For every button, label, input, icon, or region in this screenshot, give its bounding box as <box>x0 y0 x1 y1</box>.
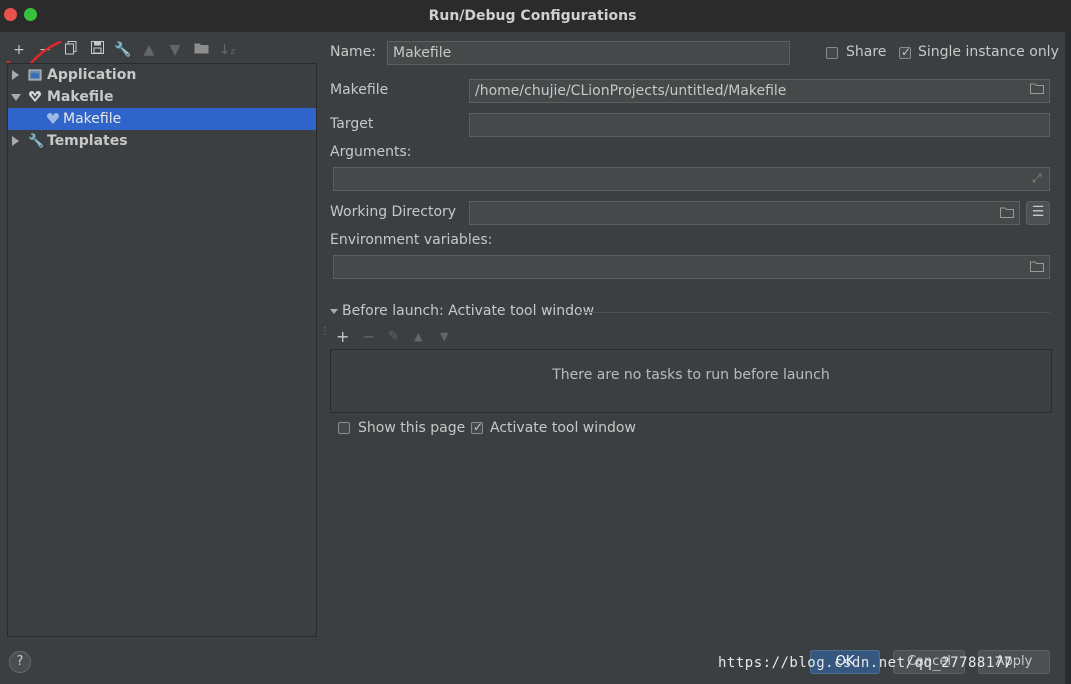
show-this-page-label: Show this page <box>358 420 466 436</box>
empty-task-list-text: There are no tasks to run before launch <box>552 367 830 383</box>
share-label: Share <box>846 44 887 60</box>
save-icon[interactable] <box>88 41 106 59</box>
name-input[interactable] <box>387 41 790 65</box>
tree-item-makefile-group[interactable]: Makefile <box>8 86 316 108</box>
before-launch-task-list[interactable]: There are no tasks to run before launch <box>330 349 1052 413</box>
tree-item-label: Makefile <box>47 89 114 105</box>
expand-arrow-icon[interactable] <box>12 136 19 146</box>
collapse-arrow-icon[interactable] <box>330 309 338 314</box>
working-directory-label: Working Directory <box>330 204 457 220</box>
move-task-down-icon[interactable]: ▼ <box>440 330 448 343</box>
help-button[interactable]: ? <box>9 651 31 673</box>
section-divider <box>580 312 1050 313</box>
wrench-icon: 🔧 <box>28 134 45 149</box>
arguments-input[interactable] <box>333 167 1050 191</box>
tree-item-label: Application <box>47 67 137 83</box>
name-label: Name: <box>330 44 377 60</box>
makefile-path-input[interactable] <box>469 79 1050 103</box>
single-instance-checkbox[interactable] <box>899 45 911 59</box>
new-folder-icon[interactable] <box>192 41 210 59</box>
move-up-icon[interactable]: ▲ <box>140 41 158 59</box>
folder-icon[interactable] <box>1030 261 1044 275</box>
watermark-text: https://blog.csdn.net/qq_27788177 <box>718 655 1013 671</box>
environment-variables-input[interactable] <box>333 255 1050 279</box>
expand-icon[interactable]: ⤢ <box>1032 171 1042 186</box>
show-this-page-checkbox[interactable] <box>338 422 350 434</box>
expand-arrow-icon[interactable] <box>12 70 19 80</box>
target-label: Target <box>330 116 374 132</box>
activate-tool-window-label: Activate tool window <box>490 420 636 436</box>
folder-icon[interactable] <box>1000 207 1014 221</box>
share-checkbox[interactable] <box>826 47 838 59</box>
move-task-up-icon[interactable]: ▲ <box>414 330 422 343</box>
environment-variables-label: Environment variables: <box>330 232 493 248</box>
tree-item-label: Makefile <box>63 111 122 127</box>
makefile-icon <box>46 111 60 125</box>
tree-item-label: Templates <box>47 133 128 149</box>
sort-icon[interactable]: ↓z <box>218 41 236 59</box>
add-task-icon[interactable]: + <box>336 327 349 346</box>
remove-task-icon[interactable]: − <box>362 327 375 346</box>
tree-item-makefile-config[interactable]: Makefile <box>8 108 316 130</box>
makefile-icon <box>28 89 42 103</box>
window-edge <box>1065 0 1071 684</box>
single-instance-label: Single instance only <box>918 44 1059 60</box>
edit-task-icon[interactable]: ✎ <box>388 329 399 344</box>
arguments-label: Arguments: <box>330 144 412 160</box>
tree-item-application[interactable]: Application <box>8 64 316 86</box>
tree-item-templates[interactable]: 🔧 Templates <box>8 130 316 152</box>
makefile-label: Makefile <box>330 82 389 98</box>
working-directory-input[interactable] <box>469 201 1020 225</box>
move-down-icon[interactable]: ▼ <box>166 41 184 59</box>
configuration-tree[interactable]: Application Makefile Makefile 🔧 Template… <box>7 63 317 637</box>
drag-handle[interactable]: ⋮ <box>320 327 330 337</box>
folder-icon[interactable] <box>1030 83 1044 97</box>
wrench-icon[interactable]: 🔧 <box>114 41 132 59</box>
application-icon <box>28 67 42 81</box>
macros-button[interactable]: ☰ <box>1026 201 1050 225</box>
collapse-arrow-icon[interactable] <box>11 94 21 101</box>
copy-icon[interactable] <box>62 41 80 59</box>
activate-tool-window-checkbox[interactable] <box>471 420 483 434</box>
before-launch-header[interactable]: Before launch: Activate tool window <box>342 303 594 319</box>
window-title: Run/Debug Configurations <box>428 8 637 24</box>
target-input[interactable] <box>469 113 1050 137</box>
